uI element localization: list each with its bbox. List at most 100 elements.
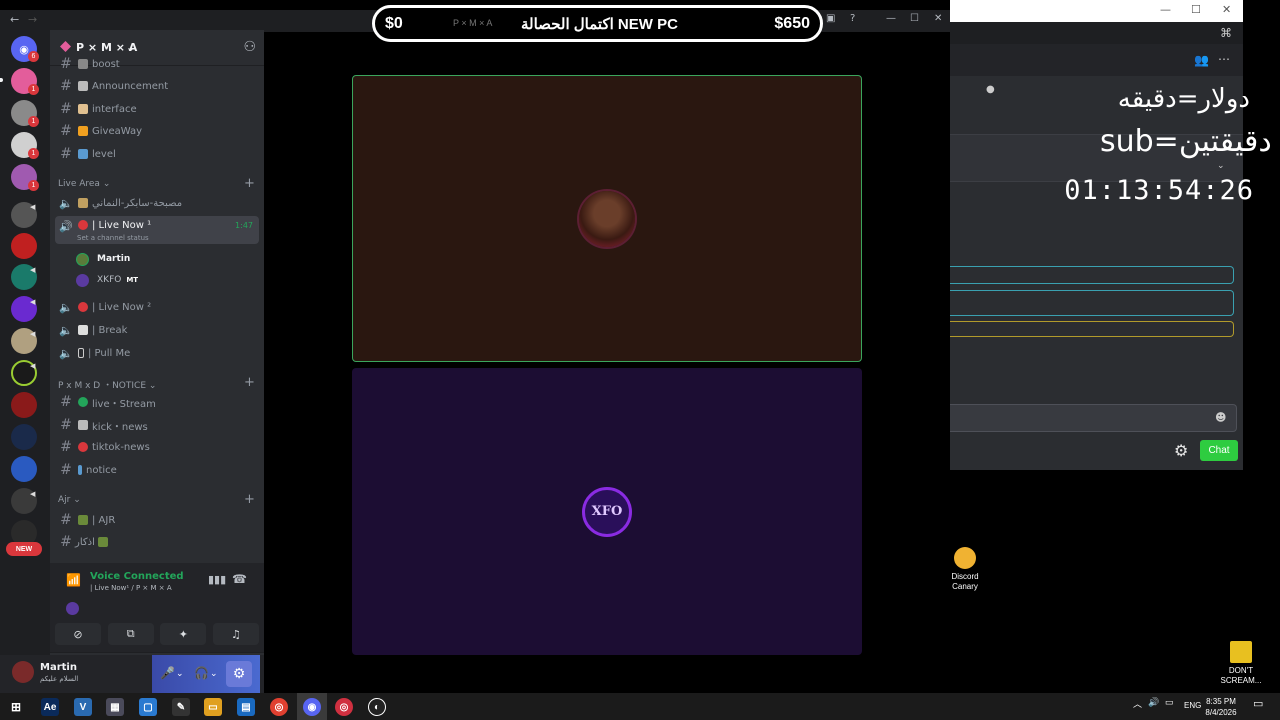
add-channel-icon[interactable]: + — [244, 176, 255, 191]
input-field-2[interactable] — [950, 290, 1234, 316]
voice-status[interactable]: Voice Connected — [90, 571, 184, 582]
minimize-icon[interactable]: — — [1160, 3, 1171, 16]
minimize-icon[interactable]: — — [886, 13, 896, 24]
notifications-icon[interactable]: ▭ — [1253, 697, 1263, 710]
live-dot-icon — [78, 302, 88, 312]
add-channel-icon[interactable]: + — [244, 375, 255, 390]
tray-chevron-icon[interactable]: ︿ — [1133, 697, 1142, 710]
chrome-canary-icon[interactable]: ◎ — [335, 698, 353, 716]
desktop-icon-dont-scream[interactable]: DON'T SCREAM... — [1218, 641, 1264, 686]
voice-member[interactable]: Martin — [76, 250, 130, 268]
channel-voice-arabic[interactable]: 🔈 مصبحة-سابكر-النماني — [55, 193, 259, 213]
invite-icon[interactable]: ⚇ — [243, 39, 256, 55]
discord-icon[interactable]: ◉ — [303, 698, 321, 716]
translate-icon[interactable]: ⌘ — [1220, 26, 1232, 40]
maximize-icon[interactable]: ☐ — [1191, 3, 1201, 16]
channel-kick-news[interactable]: # kick・news — [55, 415, 259, 435]
add-channel-icon[interactable]: + — [244, 492, 255, 507]
maximize-icon[interactable]: ☐ — [910, 13, 919, 24]
forward-arrow-icon[interactable]: → — [28, 13, 37, 26]
category-ajr[interactable]: Ajr ⌄ + — [58, 492, 255, 507]
after-effects-icon[interactable]: Ae — [41, 698, 59, 716]
user-settings-icon[interactable]: ⚙ — [226, 661, 252, 687]
channel-live-stream[interactable]: # live・Stream — [55, 392, 259, 412]
headphones-icon[interactable]: 🎧 — [194, 666, 209, 680]
taskbar-clock[interactable]: 8:35 PM 8/4/2026 — [1200, 696, 1242, 718]
close-icon[interactable]: ✕ — [934, 13, 942, 24]
speaker-icon: 🔈 — [59, 300, 73, 314]
user-controls: 🎤 ⌄ 🎧 ⌄ ⚙ — [152, 655, 260, 693]
emoji-icon[interactable]: ☻ — [1215, 411, 1226, 424]
windows-start-icon[interactable]: ⊞ — [7, 698, 25, 716]
new-badge[interactable]: NEW — [6, 542, 42, 556]
microphone-icon[interactable]: 🎤 — [160, 666, 175, 680]
desktop-screen: — ☐ ✕ ⌘ 👥 ⋯ ● ⌄ ☻ ⚙ Chat دولار=دقيقه sub… — [0, 0, 1280, 720]
category-live-area[interactable]: Live Area ⌄ + — [58, 176, 255, 191]
channel-live-now-1[interactable]: 🔊 | Live Now ¹ 1:47 Set a channel status — [55, 216, 259, 244]
channel-level[interactable]: # level — [55, 144, 259, 164]
chevron-down-icon[interactable]: ⌄ — [210, 669, 218, 679]
signal-icon[interactable]: 📶 — [66, 573, 81, 587]
username[interactable]: Martin — [40, 662, 77, 673]
input-field-3[interactable] — [950, 321, 1234, 337]
channel-interface[interactable]: # interface — [55, 99, 259, 119]
speaker-icon: 🔈 — [59, 196, 73, 210]
channel-boost[interactable]: # boost — [55, 54, 259, 74]
voice-speaker-icon: ◀ — [30, 298, 36, 306]
category-notice[interactable]: P x M x D ・NOTICE ⌄ + — [58, 375, 255, 391]
network-icon[interactable]: ▭ — [1165, 697, 1174, 708]
video-tile[interactable]: XFO — [352, 368, 862, 655]
chrome-icon[interactable]: ◎ — [270, 698, 288, 716]
input-field-1[interactable] — [950, 266, 1234, 284]
server-icon[interactable] — [11, 424, 37, 450]
vegas-icon[interactable]: V — [74, 698, 92, 716]
red-dot-icon — [78, 442, 88, 452]
chevron-down-icon[interactable]: ⌄ — [176, 669, 184, 679]
megaphone-icon — [78, 420, 88, 430]
channel-break[interactable]: 🔈 | Break — [55, 320, 259, 340]
tools-icon[interactable]: ✎ — [172, 698, 190, 716]
channel-giveaway[interactable]: # GiveaWay — [55, 121, 259, 141]
hash-icon: # — [60, 439, 72, 455]
soundboard-button[interactable]: ♫ — [212, 623, 259, 645]
chat-button[interactable]: Chat — [1200, 440, 1238, 461]
more-icon[interactable]: ⋯ — [1218, 52, 1230, 66]
channel-notice[interactable]: # notice — [55, 460, 259, 480]
message-input[interactable]: ☻ — [950, 404, 1237, 432]
channel-azkar[interactable]: # اذكار — [55, 532, 259, 552]
obs-icon[interactable]: ◐ — [368, 698, 386, 716]
member-name: Martin — [97, 254, 131, 264]
disconnect-icon[interactable]: ☎ — [232, 572, 247, 586]
channel-announcement[interactable]: # Announcement — [55, 76, 259, 96]
chevron-down-icon[interactable]: ⌄ — [1217, 161, 1225, 171]
members-icon[interactable]: 👥 — [1194, 53, 1209, 67]
noise-suppression-icon[interactable]: ▮▮▮ — [208, 573, 226, 586]
game-icon — [1230, 641, 1252, 663]
channel-status[interactable]: Set a channel status — [77, 234, 149, 242]
channel-ajr[interactable]: # | AJR — [55, 510, 259, 530]
window-app-icon[interactable]: ▢ — [139, 698, 157, 716]
calculator-icon[interactable]: ▦ — [106, 698, 124, 716]
back-arrow-icon[interactable]: ← — [10, 13, 19, 26]
inbox-icon[interactable]: ▣ — [826, 13, 835, 24]
volume-icon[interactable]: 🔊 — [1148, 697, 1159, 708]
voice-member[interactable]: XKFO MT — [76, 271, 138, 289]
screen-share-button[interactable]: ⧉ — [107, 623, 154, 645]
server-icon[interactable] — [11, 392, 37, 418]
file-explorer-icon[interactable]: ▭ — [204, 698, 222, 716]
server-icon[interactable] — [11, 233, 37, 259]
store-icon[interactable]: ▤ — [237, 698, 255, 716]
settings-gear-icon[interactable]: ⚙ — [1174, 441, 1188, 460]
voice-video-grid: XFO — [264, 32, 950, 693]
help-icon[interactable]: ? — [850, 13, 855, 24]
language-indicator[interactable]: ENG — [1184, 701, 1201, 710]
channel-live-now-2[interactable]: 🔈 | Live Now ² — [55, 297, 259, 317]
channel-tiktok-news[interactable]: # tiktok-news — [55, 437, 259, 457]
close-icon[interactable]: ✕ — [1222, 3, 1231, 16]
avatar[interactable] — [12, 661, 34, 683]
activities-button[interactable]: ✦ — [160, 623, 207, 645]
server-icon[interactable] — [11, 456, 37, 482]
camera-off-button[interactable]: ⊘ — [55, 623, 101, 645]
video-tile-speaking[interactable] — [352, 75, 862, 362]
channel-pull-me[interactable]: 🔈 | Pull Me — [55, 343, 259, 363]
